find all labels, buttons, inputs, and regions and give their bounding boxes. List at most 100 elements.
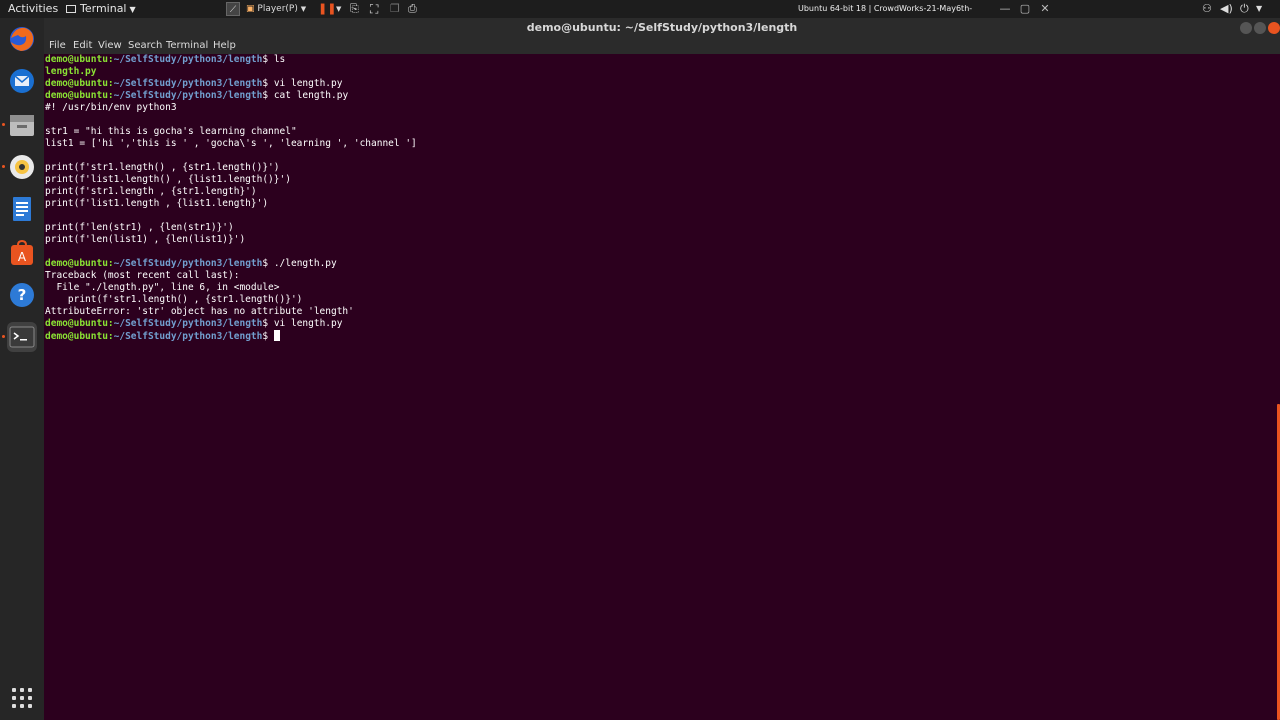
prompt-symbol: $ <box>262 54 274 65</box>
terminal-launcher[interactable] <box>7 322 37 352</box>
rhythmbox-launcher[interactable] <box>7 152 37 182</box>
svg-text:?: ? <box>18 286 27 304</box>
output-line: AttributeError: 'str' object has no attr… <box>45 306 354 317</box>
prompt-path: ~/SelfStudy/python3/length <box>113 258 263 269</box>
output-line: length.py <box>45 66 97 77</box>
output-line: str1 = "hi this is gocha's learning chan… <box>45 126 297 137</box>
prompt-user: demo@ubuntu: <box>45 78 114 89</box>
prompt-symbol: $ <box>262 258 274 269</box>
pin-icon[interactable]: ⟋ <box>226 2 240 16</box>
player-menu-label: Player(P) <box>257 4 298 14</box>
maximize-icon[interactable] <box>1254 22 1266 34</box>
player-icon: ▣ <box>246 4 255 14</box>
prompt-line: demo@ubuntu:~/SelfStudy/python3/length$ … <box>45 78 417 90</box>
vm-close-icon[interactable]: ✕ <box>1038 2 1052 16</box>
prompt-symbol: $ <box>262 331 274 342</box>
activities-button[interactable]: Activities <box>8 0 58 18</box>
vm-maximize-icon[interactable]: ▢ <box>1018 2 1032 16</box>
chevron-down-icon: ▼ <box>129 5 136 14</box>
help-launcher[interactable]: ? <box>7 280 37 310</box>
menu-help[interactable]: Help <box>213 38 236 54</box>
prompt-user: demo@ubuntu: <box>45 331 114 342</box>
vm-toolbar: ⟋ ▣ Player(P) ▼ ❚❚ ▼ ⎘ ⛶ ❐ ⎙ <box>226 0 426 18</box>
menu-bar: File Edit View Search Terminal Help <box>44 38 1280 54</box>
command-text: ls <box>273 54 286 65</box>
show-applications-icon[interactable] <box>12 688 32 708</box>
text-cursor <box>273 330 280 341</box>
output-line: list1 = ['hi ','this is ' , 'gocha\'s ',… <box>45 138 417 149</box>
dock: A ? <box>0 18 44 720</box>
prompt-path: ~/SelfStudy/python3/length <box>113 78 263 89</box>
menu-edit[interactable]: Edit <box>73 38 92 54</box>
fullscreen-icon[interactable]: ⛶ <box>370 2 378 16</box>
unity-icon[interactable]: ❐ <box>390 2 400 16</box>
network-icon[interactable]: ⚇ <box>1202 0 1212 18</box>
command-text: vi length.py <box>273 78 343 89</box>
firefox-icon <box>10 27 34 51</box>
prompt-symbol: $ <box>262 318 274 329</box>
send-keys-icon[interactable]: ⎘ <box>350 2 359 16</box>
svg-text:A: A <box>18 250 27 264</box>
output-line: print(f'len(list1) , {len(list1)}') <box>45 234 246 245</box>
prompt-user: demo@ubuntu: <box>45 54 114 65</box>
prompt-line: demo@ubuntu:~/SelfStudy/python3/length$ … <box>45 90 417 102</box>
terminal-body[interactable]: demo@ubuntu:~/SelfStudy/python3/length$ … <box>44 54 1280 720</box>
chevron-down-icon[interactable]: ▼ <box>336 2 341 16</box>
vm-minimize-icon[interactable]: — <box>998 2 1012 16</box>
prompt-path: ~/SelfStudy/python3/length <box>113 318 263 329</box>
volume-icon[interactable]: ◀) <box>1220 0 1233 18</box>
thunderbird-launcher[interactable] <box>7 66 37 96</box>
software-launcher[interactable]: A <box>7 238 37 268</box>
system-top-bar: Activities Terminal ▼ ⟋ ▣ Player(P) ▼ ❚❚ … <box>0 0 1280 18</box>
close-icon[interactable] <box>1268 22 1280 34</box>
prompt-path: ~/SelfStudy/python3/length <box>113 90 263 101</box>
software-icon: A <box>11 239 33 265</box>
minimize-icon[interactable] <box>1240 22 1252 34</box>
app-menu[interactable]: Terminal ▼ <box>66 0 136 18</box>
command-text: ./length.py <box>273 258 337 269</box>
app-menu-label: Terminal <box>80 2 127 15</box>
chevron-down-icon: ▼ <box>300 5 307 13</box>
writer-icon <box>13 197 31 221</box>
chevron-down-icon[interactable]: ▼ <box>1256 0 1262 18</box>
menu-search[interactable]: Search <box>128 38 162 54</box>
prompt-path: ~/SelfStudy/python3/length <box>113 331 263 342</box>
menu-file[interactable]: File <box>49 38 66 54</box>
prompt-path: ~/SelfStudy/python3/length <box>113 54 263 65</box>
output-line: #! /usr/bin/env python3 <box>45 102 177 113</box>
output-line: print(f'str1.length , {str1.length}') <box>45 186 257 197</box>
player-menu[interactable]: ▣ Player(P) ▼ <box>246 2 306 16</box>
screenshot-icon[interactable]: ⎙ <box>408 2 417 16</box>
terminal-window: demo@ubuntu: ~/SelfStudy/python3/length … <box>44 18 1280 720</box>
prompt-line: demo@ubuntu:~/SelfStudy/python3/length$ … <box>45 318 417 330</box>
menu-view[interactable]: View <box>98 38 122 54</box>
system-tray[interactable]: ⚇ ◀) ⏻ ▼ <box>1202 0 1272 18</box>
output-line: print(f'len(str1) , {len(str1)}') <box>45 222 234 233</box>
output-line: print(f'str1.length() , {str1.length()}'… <box>45 294 303 305</box>
terminal-small-icon <box>66 5 76 13</box>
firefox-launcher[interactable] <box>7 24 37 54</box>
menu-terminal[interactable]: Terminal <box>166 38 208 54</box>
thunderbird-icon <box>10 69 34 93</box>
output-line: print(f'list1.length , {list1.length}') <box>45 198 269 209</box>
command-text: cat length.py <box>273 90 349 101</box>
output-line: Traceback (most recent call last): <box>45 270 240 281</box>
running-indicator <box>2 123 5 126</box>
files-launcher[interactable] <box>7 110 37 140</box>
rhythmbox-icon <box>10 155 34 179</box>
prompt-line: demo@ubuntu:~/SelfStudy/python3/length$ <box>45 330 417 342</box>
output-line: print(f'str1.length() , {str1.length()}'… <box>45 162 280 173</box>
power-icon[interactable]: ⏻ <box>1240 0 1249 18</box>
running-indicator <box>2 165 5 168</box>
prompt-line: demo@ubuntu:~/SelfStudy/python3/length$ … <box>45 258 417 270</box>
help-icon: ? <box>10 283 34 307</box>
window-titlebar[interactable]: demo@ubuntu: ~/SelfStudy/python3/length <box>44 18 1280 38</box>
window-title: demo@ubuntu: ~/SelfStudy/python3/length <box>526 21 798 34</box>
prompt-user: demo@ubuntu: <box>45 90 114 101</box>
pause-icon[interactable]: ❚❚ <box>318 2 336 16</box>
writer-launcher[interactable] <box>7 194 37 224</box>
